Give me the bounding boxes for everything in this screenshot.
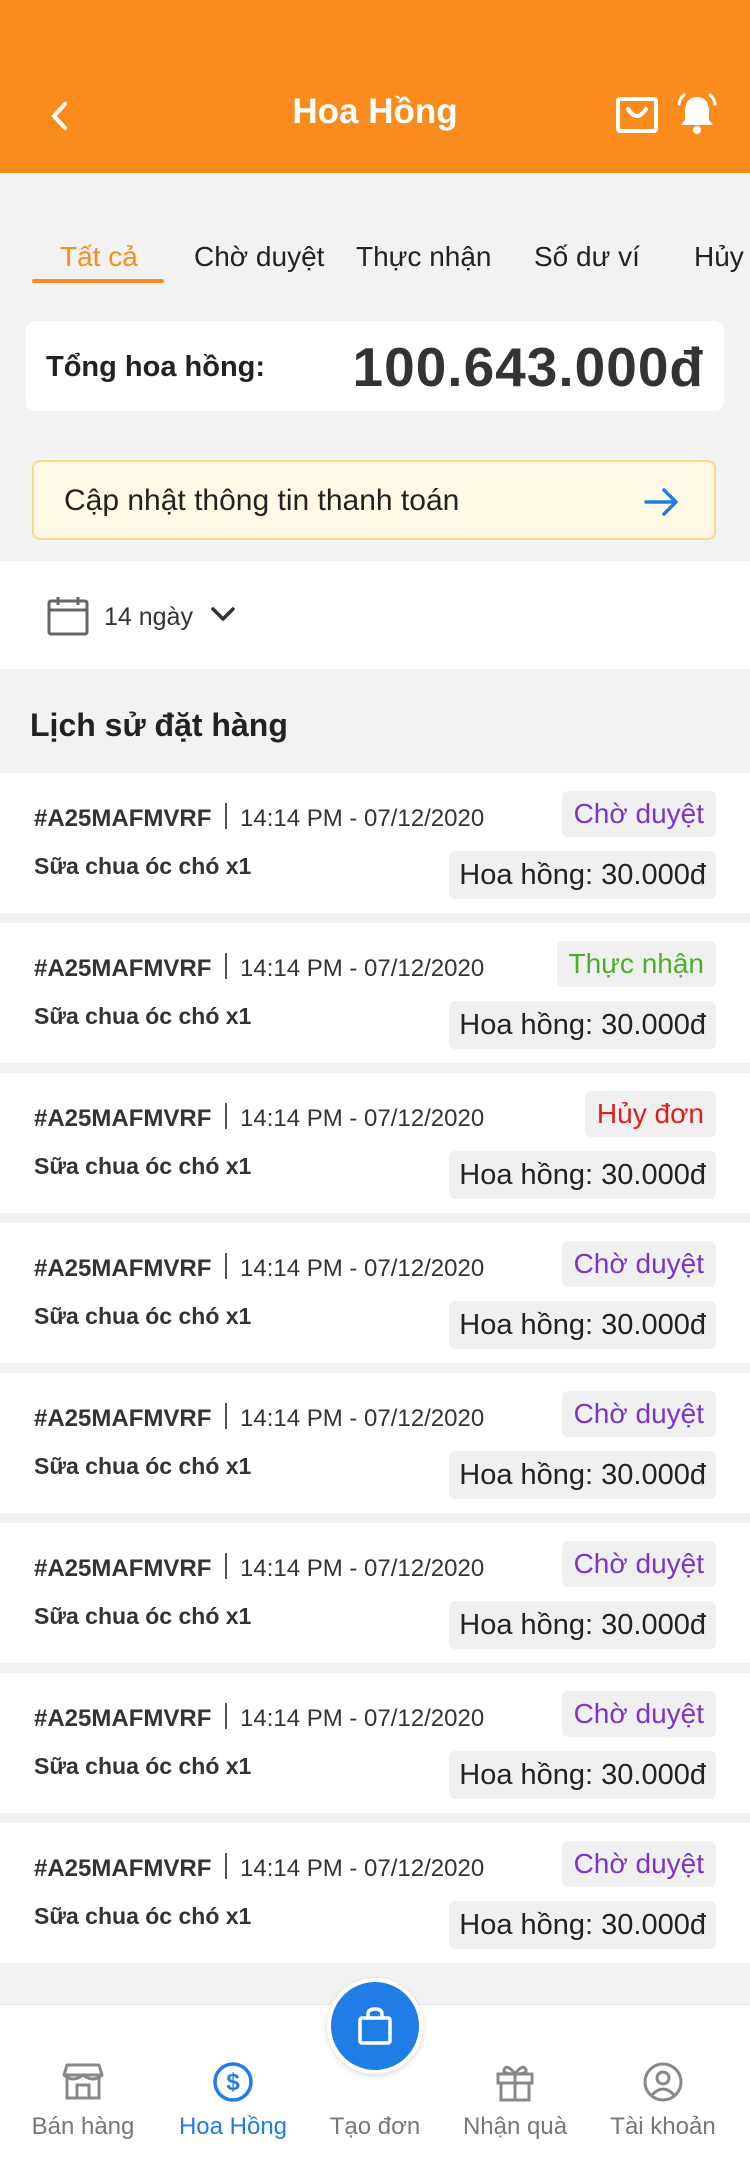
nav-sales[interactable]: Bán hàng xyxy=(8,2005,158,2164)
status-badge: Chờ duyệt xyxy=(561,1541,716,1587)
nav-label: Tạo đơn xyxy=(329,2113,421,2140)
order-row[interactable]: #A25MAFMVRF 14:14 PM - 07/12/2020 Sữa ch… xyxy=(0,773,750,913)
order-history-title: Lịch sử đặt hàng xyxy=(30,707,288,743)
store-icon xyxy=(62,2063,104,2100)
divider xyxy=(225,1103,227,1129)
order-product: Sữa chua óc chó x1 xyxy=(34,853,252,879)
cart-icon xyxy=(616,97,658,133)
commission-amount: Hoa hồng: 30.000đ xyxy=(449,1901,716,1949)
commission-amount: Hoa hồng: 30.000đ xyxy=(449,1751,716,1799)
order-row[interactable]: #A25MAFMVRF 14:14 PM - 07/12/2020 Sữa ch… xyxy=(0,1523,750,1663)
commission-amount: Hoa hồng: 30.000đ xyxy=(449,851,716,899)
date-range-label: 14 ngày xyxy=(104,603,193,631)
order-row[interactable]: #A25MAFMVRF 14:14 PM - 07/12/2020 Sữa ch… xyxy=(0,923,750,1063)
shopping-bag-icon xyxy=(358,2007,392,2045)
total-commission-card: Tổng hoa hồng: 100.643.000đ xyxy=(26,321,724,411)
dollar-circle-icon: $ xyxy=(213,2062,253,2102)
tab-received[interactable]: Thực nhận xyxy=(356,241,492,273)
order-product: Sữa chua óc chó x1 xyxy=(34,1903,252,1929)
nav-commission[interactable]: $ Hoa Hồng xyxy=(158,2005,308,2164)
divider xyxy=(225,1703,227,1729)
nav-label: Hoa Hồng xyxy=(178,2113,288,2140)
commission-amount: Hoa hồng: 30.000đ xyxy=(449,1451,716,1499)
order-product: Sữa chua óc chó x1 xyxy=(34,1153,252,1179)
update-payment-banner[interactable]: Cập nhật thông tin thanh toán xyxy=(32,460,716,540)
order-row[interactable]: #A25MAFMVRF 14:14 PM - 07/12/2020 Sữa ch… xyxy=(0,1823,750,1963)
order-id: #A25MAFMVRF xyxy=(34,805,212,832)
nav-account[interactable]: Tài khoản xyxy=(588,2005,738,2164)
tab-cancelled[interactable]: Hủy xyxy=(694,241,744,273)
total-commission-value: 100.643.000đ xyxy=(352,336,704,398)
active-tab-indicator xyxy=(32,279,164,283)
nav-rewards[interactable]: Nhận quà xyxy=(440,2005,590,2164)
order-id: #A25MAFMVRF xyxy=(34,1105,212,1132)
order-id: #A25MAFMVRF xyxy=(34,1555,212,1582)
status-badge: Chờ duyệt xyxy=(561,1241,716,1287)
arrow-right-icon xyxy=(644,488,678,516)
order-product: Sữa chua óc chó x1 xyxy=(34,1303,252,1329)
order-product: Sữa chua óc chó x1 xyxy=(34,1603,252,1629)
date-range-filter[interactable]: 14 ngày xyxy=(0,561,750,669)
order-id: #A25MAFMVRF xyxy=(34,955,212,982)
order-time: 14:14 PM - 07/12/2020 xyxy=(240,1255,485,1282)
status-badge: Chờ duyệt xyxy=(561,791,716,837)
divider xyxy=(225,1403,227,1429)
order-time: 14:14 PM - 07/12/2020 xyxy=(240,1105,485,1132)
status-badge: Chờ duyệt xyxy=(561,1841,716,1887)
order-time: 14:14 PM - 07/12/2020 xyxy=(240,805,485,832)
status-badge: Hủy đơn xyxy=(584,1091,716,1137)
commission-amount: Hoa hồng: 30.000đ xyxy=(449,1301,716,1349)
order-id: #A25MAFMVRF xyxy=(34,1405,212,1432)
divider xyxy=(225,953,227,979)
calendar-icon xyxy=(47,597,89,636)
nav-label: Nhận quà xyxy=(462,2113,568,2140)
notification-button[interactable] xyxy=(672,90,722,140)
status-badge: Chờ duyệt xyxy=(561,1391,716,1437)
divider xyxy=(225,803,227,829)
order-row[interactable]: #A25MAFMVRF 14:14 PM - 07/12/2020 Sữa ch… xyxy=(0,1673,750,1813)
nav-label: Bán hàng xyxy=(31,2113,135,2140)
order-product: Sữa chua óc chó x1 xyxy=(34,1453,252,1479)
filter-tabs: Tất cả Chờ duyệt Thực nhận Số dư ví Hủy xyxy=(0,173,750,293)
commission-amount: Hoa hồng: 30.000đ xyxy=(449,1001,716,1049)
order-id: #A25MAFMVRF xyxy=(34,1855,212,1882)
order-list: #A25MAFMVRF 14:14 PM - 07/12/2020 Sữa ch… xyxy=(0,773,750,1973)
order-id: #A25MAFMVRF xyxy=(34,1255,212,1282)
commission-amount: Hoa hồng: 30.000đ xyxy=(449,1151,716,1199)
status-badge: Thực nhận xyxy=(556,941,716,987)
tab-wallet-balance[interactable]: Số dư ví xyxy=(534,241,640,273)
status-badge: Chờ duyệt xyxy=(561,1691,716,1737)
tab-pending[interactable]: Chờ duyệt xyxy=(194,241,324,273)
chevron-down-icon xyxy=(211,607,235,621)
divider xyxy=(225,1853,227,1879)
order-id: #A25MAFMVRF xyxy=(34,1705,212,1732)
order-time: 14:14 PM - 07/12/2020 xyxy=(240,1555,485,1582)
update-payment-text: Cập nhật thông tin thanh toán xyxy=(64,484,460,517)
commission-amount: Hoa hồng: 30.000đ xyxy=(449,1601,716,1649)
order-row[interactable]: #A25MAFMVRF 14:14 PM - 07/12/2020 Sữa ch… xyxy=(0,1073,750,1213)
order-product: Sữa chua óc chó x1 xyxy=(34,1753,252,1779)
order-time: 14:14 PM - 07/12/2020 xyxy=(240,1405,485,1432)
total-commission-label: Tổng hoa hồng: xyxy=(46,351,266,383)
order-row[interactable]: #A25MAFMVRF 14:14 PM - 07/12/2020 Sữa ch… xyxy=(0,1223,750,1363)
order-row[interactable]: #A25MAFMVRF 14:14 PM - 07/12/2020 Sữa ch… xyxy=(0,1373,750,1513)
user-circle-icon xyxy=(643,2062,683,2102)
divider xyxy=(225,1253,227,1279)
nav-label: Tài khoản xyxy=(610,2113,716,2140)
order-time: 14:14 PM - 07/12/2020 xyxy=(240,1855,485,1882)
cart-button[interactable] xyxy=(612,90,662,140)
svg-text:$: $ xyxy=(226,2069,240,2096)
create-order-fab[interactable] xyxy=(327,1978,423,2074)
order-time: 14:14 PM - 07/12/2020 xyxy=(240,955,485,982)
order-product: Sữa chua óc chó x1 xyxy=(34,1003,252,1029)
order-time: 14:14 PM - 07/12/2020 xyxy=(240,1705,485,1732)
bell-icon xyxy=(677,93,717,134)
tab-all[interactable]: Tất cả xyxy=(60,241,138,273)
app-header: Hoa Hồng xyxy=(0,0,750,173)
gift-icon xyxy=(496,2065,534,2102)
divider xyxy=(225,1553,227,1579)
